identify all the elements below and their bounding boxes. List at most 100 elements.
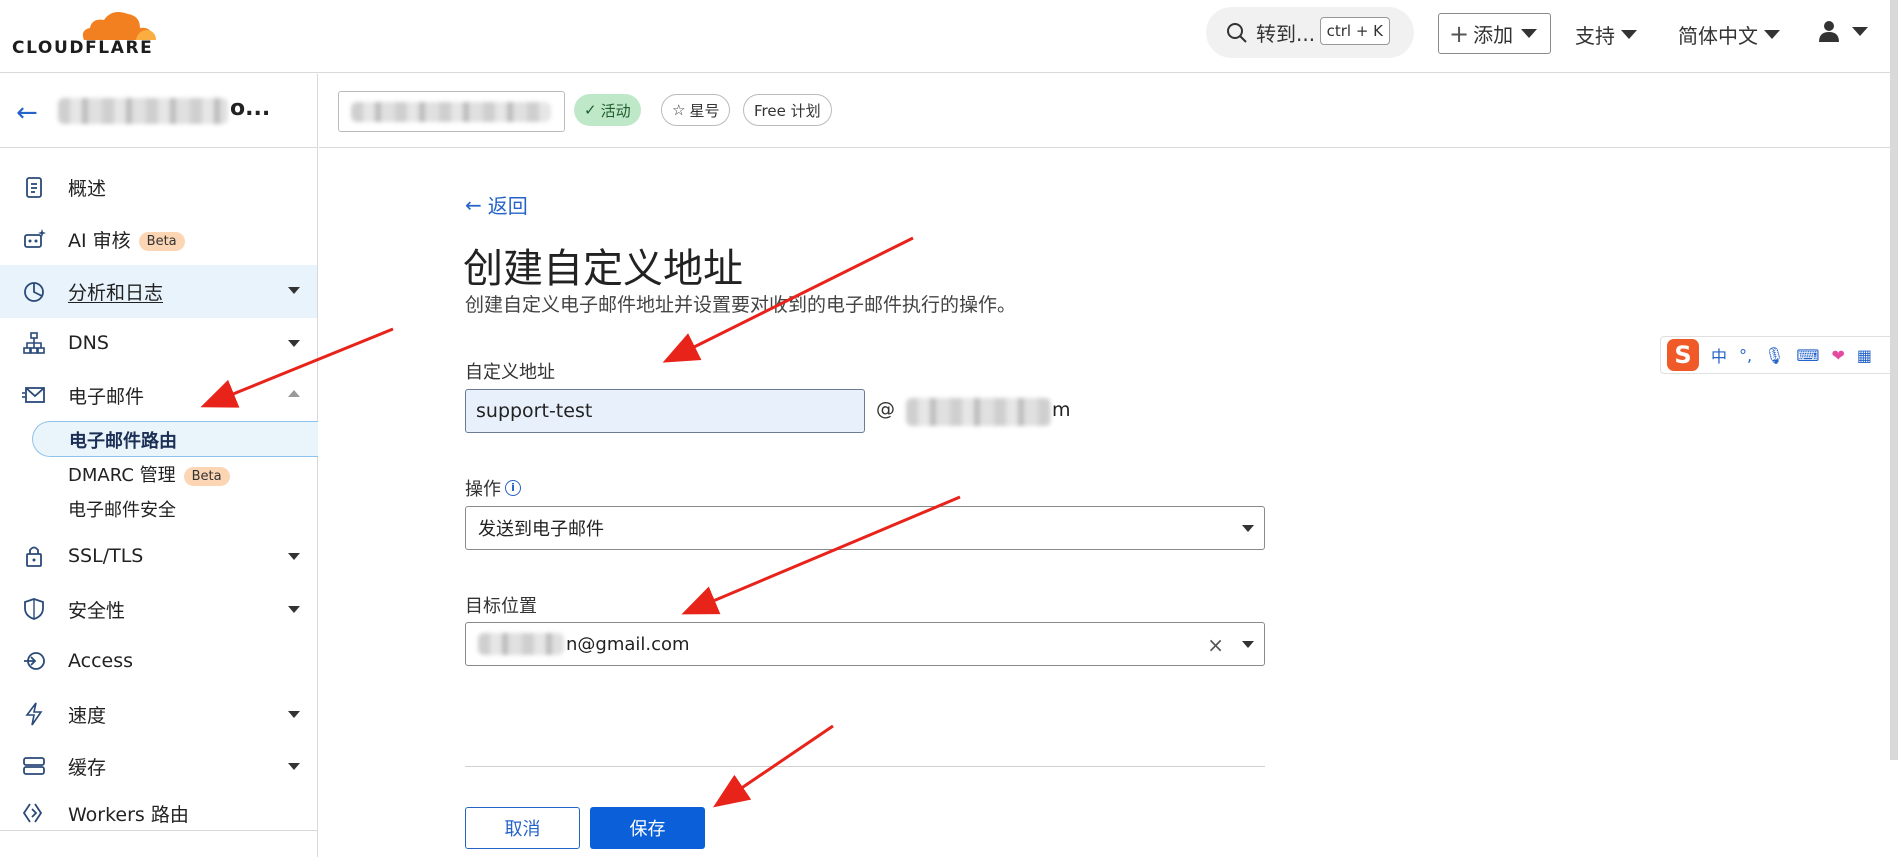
plan-label: Free 计划 [754,101,821,120]
info-icon[interactable]: i [505,480,521,496]
account-name-redacted [58,98,228,124]
destination-label: 目标位置 [465,592,537,618]
destination-value: n@gmail.com [566,633,690,655]
workers-icon [22,803,43,823]
ime-punct-toggle[interactable]: °, [1739,346,1752,365]
cancel-button[interactable]: 取消 [465,807,580,849]
sidebar-item-ai-label-wrap: AI 审核 Beta [68,226,185,253]
back-link[interactable]: ← 返回 [465,190,528,219]
global-search[interactable]: 转到... ctrl + K [1206,7,1414,58]
form-divider [465,766,1265,767]
save-button[interactable]: 保存 [590,807,705,849]
access-icon [24,652,45,670]
chevron-down-icon [288,606,300,613]
chevron-down-icon [288,711,300,718]
sidebar-item-label: SSL/TLS [68,545,144,567]
destination-select[interactable]: n@gmail.com × [465,622,1265,666]
domain-tail: m [1052,399,1071,421]
apps-grid-icon[interactable]: ▦ [1857,346,1872,365]
chevron-down-icon [288,763,300,770]
keyboard-icon[interactable]: ⌨ [1796,346,1819,365]
storage-icon [23,757,45,775]
ime-lang-toggle[interactable]: 中 [1711,343,1727,367]
page-description: 创建自定义电子邮件地址并设置要对收到的电子邮件执行的操作。 [465,294,1017,316]
sidebar-item-cache[interactable]: 缓存 [0,741,317,791]
custom-address-input[interactable] [465,389,865,433]
sidebar-subitem-email-security[interactable]: 电子邮件安全 [68,496,176,522]
back-arrow-icon[interactable]: ← [16,98,38,128]
zone-bar: ✓ 活动 ☆ 星号 Free 计划 [319,74,1898,148]
page-scrollbar[interactable] [1890,0,1898,760]
sidebar-divider [0,830,317,831]
user-menu[interactable] [1818,20,1868,42]
star-button[interactable]: ☆ 星号 [661,94,731,126]
sidebar-subitem-label: 电子邮件安全 [68,500,176,521]
clipboard-icon [26,177,42,198]
star-icon: ☆ [672,101,686,119]
microphone-icon[interactable]: 🎙 [1764,346,1784,365]
sidebar-item-security[interactable]: 安全性 [0,584,317,634]
chevron-down-icon [288,287,300,294]
beta-badge: Beta [138,231,185,251]
sidebar-item-dns[interactable]: DNS [0,318,317,368]
sidebar-subitem-email-routing[interactable]: 电子邮件路由 [32,421,318,457]
account-name-ellipsis: o... [230,96,271,121]
search-icon [1227,22,1247,43]
support-menu[interactable]: 支持 [1575,20,1637,49]
cloudflare-logo[interactable]: CLOUDFLARE [12,8,156,58]
sidebar-item-label: 电子邮件 [68,385,145,408]
sidebar-item-ai-audit[interactable]: AI 审核 Beta [0,214,317,264]
action-select[interactable]: 发送到电子邮件 [465,506,1265,550]
network-icon [23,332,45,354]
support-label: 支持 [1575,24,1615,48]
sidebar-item-workers-routes[interactable]: Workers 路由 [0,793,317,833]
page-title: 创建自定义地址 [463,246,743,292]
sidebar-item-analytics[interactable]: 分析和日志 [0,265,317,318]
skin-icon[interactable]: ❤ [1832,346,1845,365]
chevron-down-icon [1852,26,1868,36]
sidebar-item-speed[interactable]: 速度 [0,689,317,739]
mail-icon [22,387,45,403]
sidebar-item-label: 缓存 [68,756,107,779]
chevron-down-icon [288,553,300,560]
shield-icon [24,598,44,620]
add-button[interactable]: + 添加 [1438,13,1551,54]
clear-icon[interactable]: × [1207,633,1224,657]
chevron-down-icon [1521,29,1538,38]
action-label: 操作 i [465,475,521,501]
chevron-up-icon [288,390,300,397]
sidebar-item-access[interactable]: Access [0,636,317,686]
plus-icon: + [1449,19,1470,48]
ime-toolbar: S 中 °, 🎙 ⌨ ❤ ▦ [1660,336,1898,374]
sidebar-item-overview[interactable]: 概述 [0,162,317,212]
sidebar-subitem-dmarc[interactable]: DMARC 管理 Beta [68,461,230,487]
user-icon [1819,21,1839,42]
zone-selector[interactable] [338,91,565,132]
custom-address-label: 自定义地址 [465,358,555,384]
zone-name-redacted [351,102,551,122]
domain-redacted [906,398,1051,426]
action-select-value: 发送到电子邮件 [478,519,604,540]
sidebar-item-label: AI 审核 [68,229,131,252]
at-sign: @ [876,398,895,420]
sidebar: ← o... 概述 AI 审核 Beta 分析和日志 DNS 电子邮件 电子邮件… [0,74,318,857]
sidebar-item-email[interactable]: 电子邮件 [0,370,317,420]
beta-badge: Beta [183,466,230,486]
search-shortcut: ctrl + K [1319,17,1390,45]
annotation-arrow [713,724,834,808]
account-header: ← o... [0,74,317,148]
plan-badge[interactable]: Free 计划 [743,94,832,126]
sogou-logo-icon[interactable]: S [1667,339,1699,371]
lock-icon [26,546,42,567]
action-label-text: 操作 [465,479,501,500]
language-menu[interactable]: 简体中文 [1678,20,1780,49]
sidebar-item-label: 分析和日志 [68,282,164,304]
status-badge: ✓ 活动 [574,94,641,126]
status-label: 活动 [600,101,631,120]
sidebar-item-label: 安全性 [68,599,126,622]
chevron-down-icon [1242,525,1254,532]
sidebar-subitem-label: DMARC 管理 [68,465,176,486]
pie-chart-icon [24,281,44,302]
sidebar-item-ssl[interactable]: SSL/TLS [0,531,317,581]
robot-icon [24,229,46,248]
